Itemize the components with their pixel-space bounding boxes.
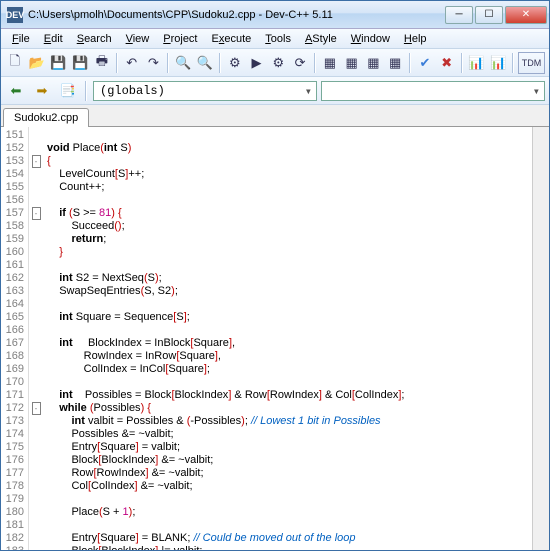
replace-icon[interactable]: 🔍 [195, 52, 215, 74]
menu-view[interactable]: View [119, 31, 157, 47]
run-icon[interactable]: ▶ [247, 52, 267, 74]
line-number-gutter: 1511521531541551561571581591601611621631… [1, 127, 29, 550]
window-tile-icon[interactable]: ▦ [342, 52, 362, 74]
titlebar[interactable]: DEV C:\Users\pmolh\Documents\CPP\Sudoku2… [1, 1, 549, 29]
toolbar-main: 🗋 📂 💾 💾 🖶 ↶ ↷ 🔍 🔍 ⚙ ▶ ⚙ ⟳ ▦ ▦ ▦ ▦ ✔ ✖ 📊 … [1, 49, 549, 77]
tdm-button[interactable]: TDM [518, 52, 545, 74]
chart-icon[interactable]: 📊 [467, 52, 487, 74]
vertical-scrollbar[interactable] [532, 127, 549, 550]
menu-file[interactable]: File [5, 31, 37, 47]
rebuild-icon[interactable]: ⟳ [290, 52, 310, 74]
check-icon[interactable]: ✔ [415, 52, 435, 74]
fold-column[interactable]: --- [29, 127, 43, 550]
compile-icon[interactable]: ⚙ [225, 52, 245, 74]
nav-back-icon[interactable]: ⬅ [5, 80, 27, 102]
editor-tab[interactable]: Sudoku2.cpp [3, 108, 89, 127]
bookmark-icon[interactable]: 📑 [57, 80, 79, 102]
close-button[interactable]: ✕ [505, 6, 547, 24]
toolbar-nav: ⬅ ➡ 📑 (globals) [1, 77, 549, 105]
window-grid-icon[interactable]: ▦ [363, 52, 383, 74]
minimize-button[interactable]: ─ [445, 6, 473, 24]
new-file-icon[interactable]: 🗋 [5, 52, 25, 74]
nav-forward-icon[interactable]: ➡ [31, 80, 53, 102]
menu-window[interactable]: Window [344, 31, 397, 47]
menu-execute[interactable]: Execute [205, 31, 259, 47]
app-window: DEV C:\Users\pmolh\Documents\CPP\Sudoku2… [0, 0, 550, 551]
menu-astyle[interactable]: AStyle [298, 31, 344, 47]
find-icon[interactable]: 🔍 [173, 52, 193, 74]
menu-search[interactable]: Search [70, 31, 119, 47]
compile-run-icon[interactable]: ⚙ [268, 52, 288, 74]
window-title: C:\Users\pmolh\Documents\CPP\Sudoku2.cpp… [28, 9, 445, 21]
print-icon[interactable]: 🖶 [92, 52, 112, 74]
menu-help[interactable]: Help [397, 31, 434, 47]
window-split-icon[interactable]: ▦ [320, 52, 340, 74]
window-cascade-icon[interactable]: ▦ [385, 52, 405, 74]
maximize-button[interactable]: ☐ [475, 6, 503, 24]
save-icon[interactable]: 💾 [49, 52, 69, 74]
code-area[interactable]: void Place(int S){ LevelCount[S]++; Coun… [43, 127, 532, 550]
code-editor[interactable]: 1511521531541551561571581591601611621631… [1, 127, 549, 550]
scope-combo[interactable]: (globals) [93, 81, 317, 101]
member-combo[interactable] [321, 81, 545, 101]
save-all-icon[interactable]: 💾 [70, 52, 90, 74]
menu-edit[interactable]: Edit [37, 31, 70, 47]
app-icon: DEV [7, 7, 23, 23]
redo-icon[interactable]: ↷ [144, 52, 164, 74]
menu-project[interactable]: Project [156, 31, 204, 47]
close-tab-icon[interactable]: ✖ [437, 52, 457, 74]
editor-tabbar: Sudoku2.cpp [1, 105, 549, 127]
menu-tools[interactable]: Tools [258, 31, 298, 47]
menubar: File Edit Search View Project Execute To… [1, 29, 549, 49]
open-file-icon[interactable]: 📂 [27, 52, 47, 74]
chart2-icon[interactable]: 📊 [488, 52, 508, 74]
undo-icon[interactable]: ↶ [122, 52, 142, 74]
